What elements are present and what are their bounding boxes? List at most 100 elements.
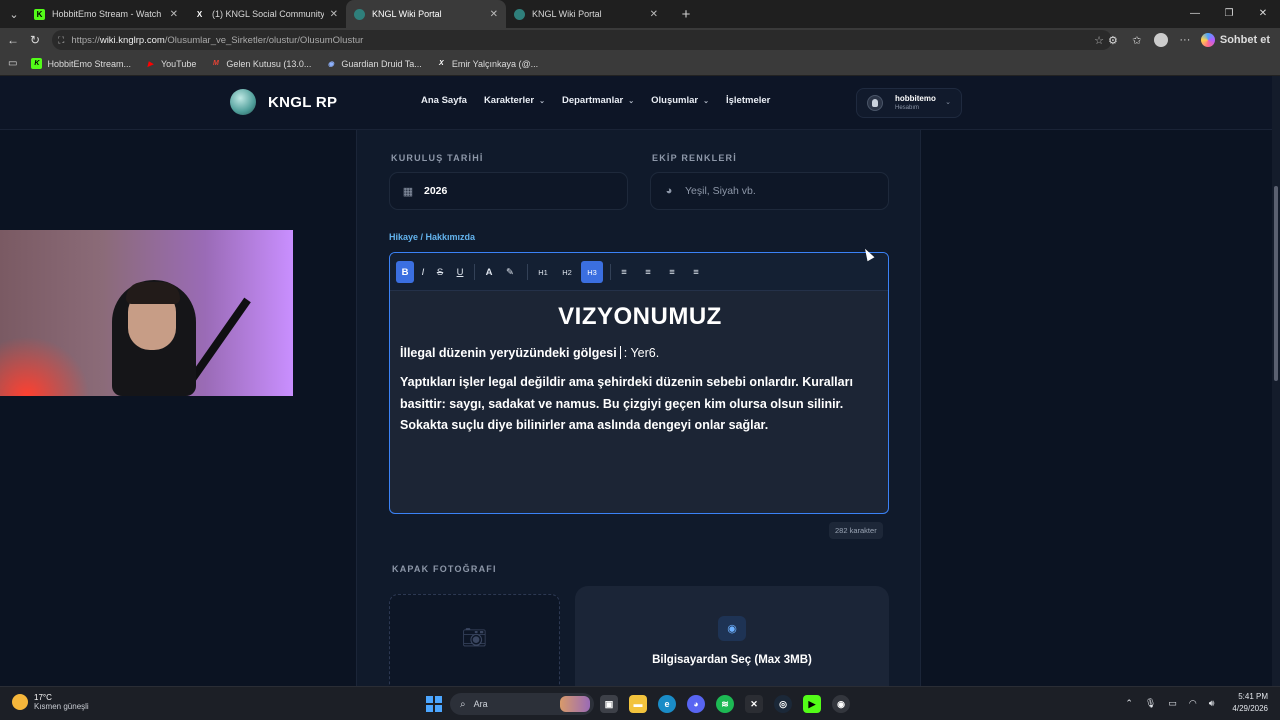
nav-item-karakterler[interactable]: Karakterler ⌄ — [484, 95, 545, 106]
microphone-icon[interactable]: 🎙︎ — [1145, 698, 1156, 709]
restore-icon[interactable]: ❐ — [1212, 0, 1246, 28]
taskbar-search[interactable]: ⌕ Ara — [450, 693, 594, 715]
edge-icon[interactable]: e — [658, 695, 676, 713]
more-menu-icon[interactable]: ··· — [1173, 34, 1197, 46]
align-right-button[interactable]: ≡ — [663, 261, 681, 283]
heading-1-button[interactable]: H1 — [534, 261, 552, 283]
spotify-icon[interactable]: ≋ — [716, 695, 734, 713]
camera-icon: 📷︎ — [461, 627, 488, 649]
nav-item-departmanlar[interactable]: Departmanlar ⌄ — [562, 95, 634, 106]
clock[interactable]: 5:41 PM 4/29/2026 — [1232, 691, 1268, 715]
volume-icon[interactable]: 🔊︎ — [1209, 698, 1215, 709]
heading-2-button[interactable]: H2 — [558, 261, 576, 283]
heading-3-button[interactable]: H3 — [581, 261, 603, 283]
close-tab-icon[interactable]: ✕ — [650, 9, 658, 20]
windows-taskbar: 17°C Kısmen güneşli ⌕ Ara ▣ ▬ e ◕ ≋ ✕ ◎ … — [0, 686, 1280, 720]
bookmark-item[interactable]: K HobbitEmo Stream... — [31, 58, 131, 69]
terminal-icon[interactable]: ✕ — [745, 695, 763, 713]
underline-button[interactable]: U — [451, 261, 469, 283]
create-organization-form: KURULUŞ TARİHİ ▦ 2026 EKİP RENKLERİ ◕ Ye… — [356, 130, 921, 686]
bookmark-item[interactable]: ▶ YouTube — [145, 58, 197, 69]
italic-button[interactable]: I — [414, 261, 432, 283]
page-scrollbar[interactable] — [1272, 76, 1280, 686]
youtube-icon: ▶ — [147, 60, 154, 68]
kick-icon: K — [34, 8, 45, 20]
chevron-up-icon[interactable]: ⌃ — [1125, 698, 1133, 709]
toolbar-divider — [474, 264, 475, 280]
tab-list-menu-button[interactable]: ⌄ — [2, 4, 26, 24]
close-tab-icon[interactable]: ✕ — [490, 9, 498, 20]
steam-icon[interactable]: ◎ — [774, 695, 792, 713]
align-left-button[interactable]: ≡ — [615, 261, 633, 283]
team-colors-placeholder: Yeşil, Siyah vb. — [685, 185, 756, 197]
back-arrow-icon[interactable]: ← — [2, 33, 24, 47]
upload-from-computer-button[interactable]: ◉ Bilgisayardan Seç (Max 3MB) — [575, 586, 889, 686]
close-tab-icon[interactable]: ✕ — [330, 9, 338, 20]
rich-text-editor[interactable]: B I S U A ✎ H1 H2 H3 ≡ ≡ ≡ ≡ VIZYONUMUZ … — [389, 252, 889, 514]
site-logo[interactable]: KNGL RP — [230, 89, 337, 115]
network-icon[interactable]: ◠ — [1189, 698, 1197, 709]
browser-tab-3[interactable]: KNGL Wiki Portal ✕ — [346, 0, 506, 28]
close-tab-icon[interactable]: ✕ — [170, 9, 178, 20]
bold-button[interactable]: B — [396, 261, 414, 283]
team-colors-label: EKİP RENKLERİ — [652, 153, 737, 163]
cover-photo-preview[interactable]: 📷︎ — [389, 594, 560, 686]
bookmarks-bar: ▭ K HobbitEmo Stream... ▶ YouTube M Gelen K… — [0, 52, 1280, 76]
discord-icon[interactable]: ◕ — [687, 695, 705, 713]
profile-avatar-icon[interactable] — [1153, 33, 1168, 47]
highlight-button[interactable]: ✎ — [501, 261, 519, 283]
clock-date: 4/29/2026 — [1232, 704, 1268, 713]
favorites-icon[interactable]: ✩ — [1125, 34, 1149, 47]
browser-tab-4[interactable]: KNGL Wiki Portal ✕ — [506, 0, 666, 28]
file-explorer-icon[interactable]: ▬ — [629, 695, 647, 713]
text-color-button[interactable]: A — [480, 261, 498, 283]
palette-icon: ◕ — [665, 185, 673, 197]
system-tray: ⌃ 🎙︎ ▭ ◠ 🔊︎ 5:41 PM 4/29/2026 — [1125, 691, 1268, 715]
bookmark-item[interactable]: X Emir Yalçınkaya (@... — [436, 58, 538, 69]
new-tab-button[interactable]: + — [674, 6, 698, 23]
weather-widget[interactable]: 17°C Kısmen güneşli — [12, 693, 89, 711]
tab-title: (1) KNGL Social Community / X — [212, 9, 324, 19]
reload-icon[interactable]: ↻ — [24, 33, 46, 47]
bookmark-item[interactable]: ◉ Guardian Druid Ta... — [325, 58, 422, 69]
nav-item-olusumlar[interactable]: Oluşumlar ⌄ — [651, 95, 709, 106]
user-menu[interactable]: hobbitemo Hesabım ⌄ — [856, 88, 962, 118]
nav-item-ana-sayfa[interactable]: Ana Sayfa — [421, 95, 467, 106]
editor-toolbar: B I S U A ✎ H1 H2 H3 ≡ ≡ ≡ ≡ — [390, 253, 888, 291]
nav-item-isletmeler[interactable]: İşletmeler — [726, 95, 770, 106]
browser-tab-1[interactable]: K HobbitEmo Stream - Watch Live o ✕ — [26, 0, 186, 28]
editor-content[interactable]: VIZYONUMUZ İllegal düzenin yeryüzündeki … — [400, 291, 880, 437]
scrollbar-thumb[interactable] — [1274, 186, 1278, 381]
team-colors-input[interactable]: ◕ Yeşil, Siyah vb. — [650, 172, 889, 210]
justify-button[interactable]: ≡ — [687, 261, 705, 283]
camera-icon: ◉ — [718, 616, 746, 641]
user-name: hobbitemo — [895, 94, 936, 103]
url-host: wiki.knglrp.com — [99, 34, 165, 46]
founding-date-input[interactable]: ▦ 2026 — [389, 172, 628, 210]
align-center-button[interactable]: ≡ — [639, 261, 657, 283]
search-placeholder: Ara — [473, 699, 488, 709]
tab-title: HobbitEmo Stream - Watch Live o — [52, 9, 164, 19]
founding-date-label: KURULUŞ TARİHİ — [391, 153, 484, 163]
bookmark-item[interactable]: M Gelen Kutusu (13.0... — [210, 58, 311, 69]
url-field[interactable]: ⛶ https://wiki.knglrp.com/Olusumlar_ve_S… — [52, 30, 1112, 50]
task-view-icon[interactable]: ▣ — [600, 695, 618, 713]
obs-icon[interactable]: ◉ — [832, 695, 850, 713]
battery-icon[interactable]: ▭ — [1168, 698, 1177, 709]
windows-start-icon[interactable] — [426, 696, 442, 712]
close-window-icon[interactable]: ✕ — [1246, 0, 1280, 28]
bookmark-label: HobbitEmo Stream... — [47, 58, 131, 69]
bookmarks-collection-icon[interactable]: ▭ — [8, 58, 17, 69]
kick-icon: K — [31, 58, 43, 69]
toolbar-divider — [527, 264, 528, 280]
kngl-logo-icon — [514, 8, 525, 20]
browser-tab-2[interactable]: X (1) KNGL Social Community / X ✕ — [186, 0, 346, 28]
copilot-button[interactable]: Sohbet et — [1197, 33, 1280, 47]
tab-title: KNGL Wiki Portal — [532, 9, 602, 19]
streaming-app-icon[interactable]: ▶ — [803, 695, 821, 713]
extensions-icon[interactable]: ⚙ — [1101, 34, 1125, 47]
strikethrough-button[interactable]: S — [431, 261, 449, 283]
minimize-icon[interactable]: — — [1178, 0, 1212, 28]
toolbar-actions: ⚙ ✩ ··· Sohbet et — [1101, 28, 1280, 52]
nav-label: Oluşumlar — [651, 95, 699, 106]
